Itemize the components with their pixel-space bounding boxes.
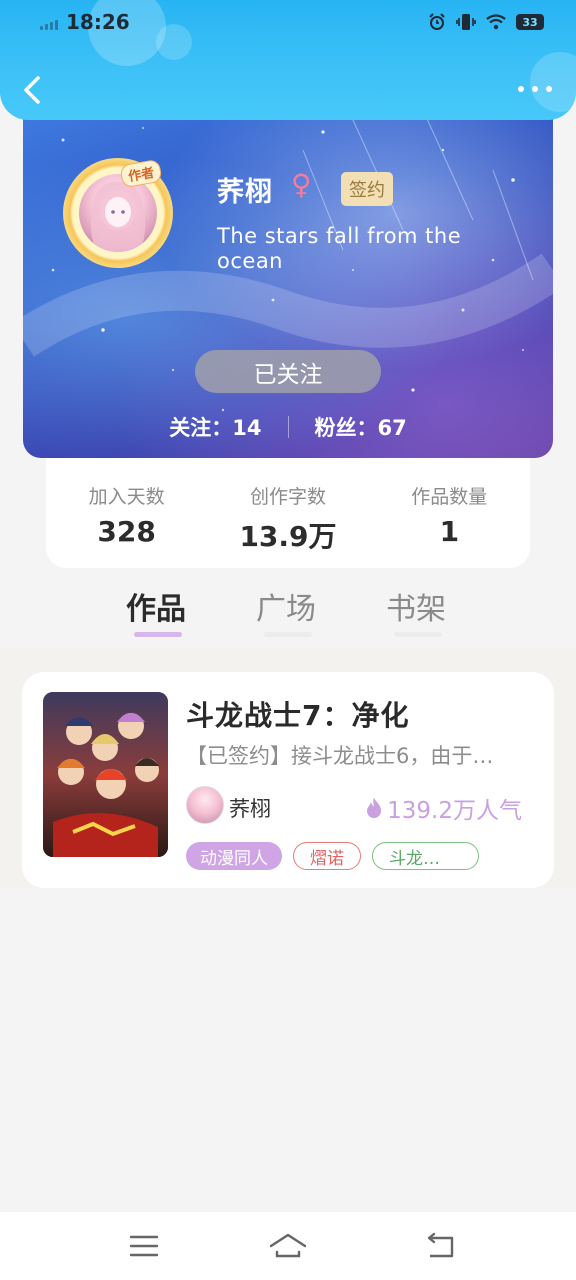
system-back-button[interactable] — [420, 1230, 460, 1262]
work-cover-image[interactable] — [43, 692, 168, 857]
battery-icon: 33 — [516, 14, 544, 30]
author-avatar-frame[interactable]: 作者 — [63, 158, 173, 268]
tag-chip[interactable]: 熠诺 — [293, 842, 361, 870]
top-header: 18:26 33 — [0, 0, 576, 120]
flame-icon — [367, 798, 382, 818]
menu-button[interactable] — [124, 1230, 164, 1262]
profile-name: 荞栩 — [217, 177, 273, 208]
tab-indicator — [394, 632, 442, 637]
stat-label: 加入天数 — [88, 486, 165, 508]
works-list: 斗龙战士7：净化 【已签约】接斗龙战士6，由于… 荞栩 139.2万人气 动漫同… — [0, 648, 576, 888]
tag-chip[interactable]: 斗龙… — [372, 842, 479, 870]
stat-word-count: 创作字数 13.9万 — [213, 482, 363, 568]
alarm-icon — [429, 13, 445, 30]
more-button[interactable] — [518, 80, 552, 98]
stats-card: 加入天数 328 创作字数 13.9万 作品数量 1 — [46, 448, 530, 568]
system-nav-bar — [0, 1212, 576, 1280]
wifi-icon — [486, 14, 506, 30]
stat-value: 13.9万 — [239, 520, 337, 553]
home-icon — [269, 1233, 307, 1258]
tab-bookshelf[interactable]: 书架 — [386, 584, 446, 628]
work-tags: 动漫同人 熠诺 斗龙… — [186, 842, 479, 870]
work-author-name: 荞栩 — [229, 797, 271, 821]
profile-tabs: 作品 广场 书架 — [0, 576, 576, 648]
tab-active-indicator — [134, 632, 182, 637]
status-bar: 18:26 33 — [0, 0, 576, 46]
chevron-left-icon — [24, 76, 40, 104]
tab-works[interactable]: 作品 — [126, 584, 186, 628]
work-popularity: 139.2万人气 — [365, 791, 522, 825]
divider — [287, 416, 289, 438]
stat-value: 328 — [97, 515, 156, 548]
stat-join-days: 加入天数 328 — [52, 482, 202, 568]
home-button[interactable] — [268, 1230, 308, 1262]
signed-badge: 签约 — [341, 172, 393, 206]
menu-icon — [129, 1235, 159, 1257]
stat-works-count: 作品数量 1 — [374, 482, 524, 568]
avatar — [186, 786, 224, 824]
signal-icon — [40, 20, 58, 30]
popularity-value: 139.2万人气 — [387, 798, 522, 824]
follow-button[interactable]: 已关注 — [195, 350, 381, 393]
stat-label: 创作字数 — [249, 486, 326, 508]
tag-chip[interactable]: 动漫同人 — [186, 842, 282, 870]
stat-value: 1 — [439, 515, 460, 548]
avatar — [79, 174, 157, 252]
female-icon: ♀ — [291, 168, 312, 201]
tab-indicator — [264, 632, 312, 637]
work-description: 【已签约】接斗龙战士6，由于… — [186, 744, 494, 768]
tab-square[interactable]: 广场 — [256, 584, 316, 628]
back-button[interactable] — [18, 70, 46, 110]
work-card[interactable]: 斗龙战士7：净化 【已签约】接斗龙战士6，由于… 荞栩 139.2万人气 动漫同… — [22, 672, 554, 888]
back-icon — [427, 1232, 454, 1258]
followers-count[interactable]: 粉丝：67 — [315, 412, 407, 442]
profile-hero: 作者 荞栩 ♀ 签约 The stars fall from the ocean… — [23, 110, 553, 458]
more-dots-icon — [518, 86, 524, 92]
vibrate-icon — [456, 14, 476, 30]
follow-counts: 关注：14 粉丝：67 — [23, 412, 553, 442]
status-time: 18:26 — [66, 10, 130, 34]
profile-bio: The stars fall from the ocean — [217, 224, 462, 273]
following-count[interactable]: 关注：14 — [169, 412, 261, 442]
stat-label: 作品数量 — [411, 486, 488, 508]
status-icons: 33 — [428, 13, 544, 31]
work-title[interactable]: 斗龙战士7：净化 — [186, 694, 409, 734]
